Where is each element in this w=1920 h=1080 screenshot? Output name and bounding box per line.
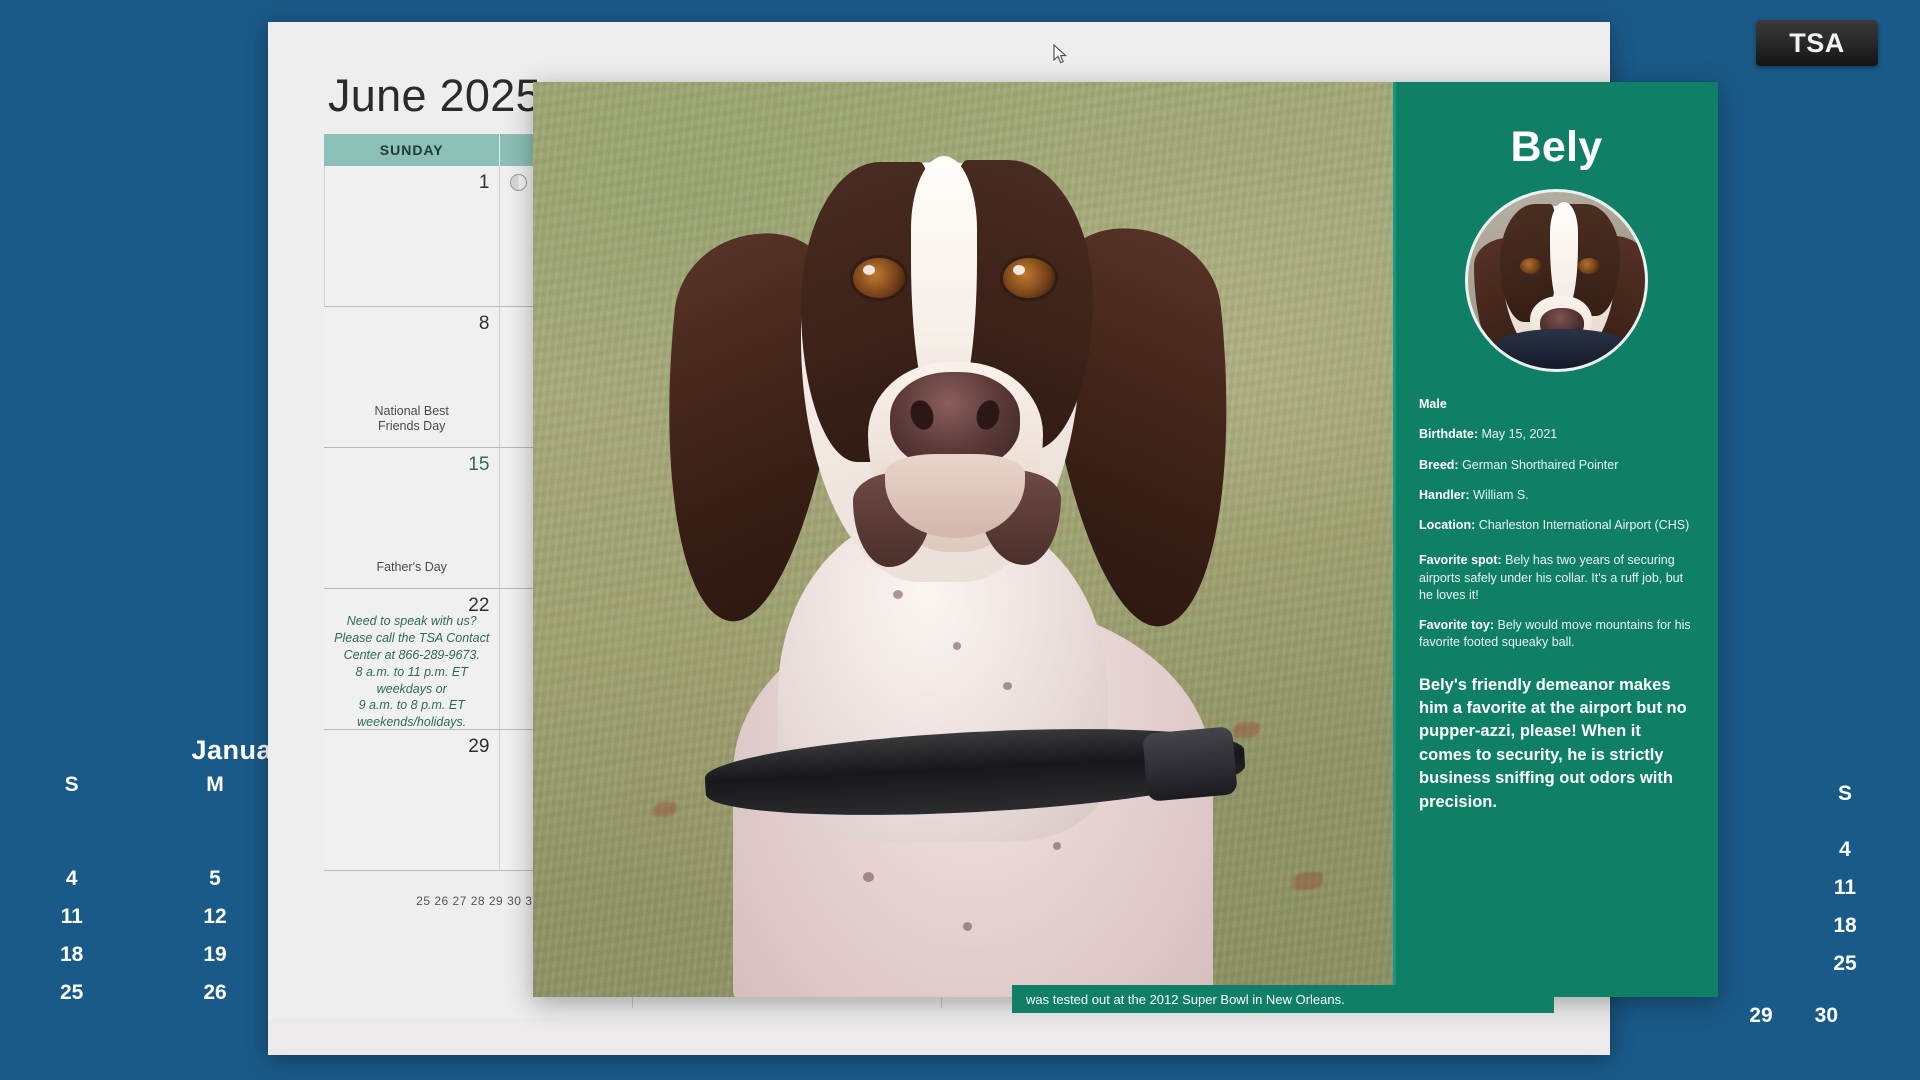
tsa-contact-note: Need to speak with us? Please call the T… <box>334 614 490 730</box>
background-date-cell: 11 <box>1833 876 1857 900</box>
breed-label: Breed: <box>1419 457 1459 472</box>
dog-location-row: Location: Charleston International Airpo… <box>1419 517 1694 534</box>
birthdate-label: Birthdate: <box>1419 427 1479 442</box>
breed-value: German Shorthaired Pointer <box>1458 457 1619 472</box>
background-date-cell: 26 <box>203 981 227 1005</box>
favorite-toy-label: Favorite toy: <box>1419 618 1495 632</box>
background-dow-cell: S <box>1837 782 1852 805</box>
background-date-cell: 29 <box>1749 1004 1773 1027</box>
calendar-day-note: Father's Day <box>376 560 447 575</box>
dog-blurb: Bely's friendly demeanor makes him a fav… <box>1419 675 1687 811</box>
dog-photo-card[interactable]: Bely Male Birthdate: May 15, 2021 Breed:… <box>533 82 1718 997</box>
calendar-day-note: National Best Friends Day <box>374 403 449 434</box>
background-date-cell: 4 <box>65 867 78 891</box>
favorite-spot-label: Favorite spot: <box>1419 553 1502 568</box>
dog-sex-row: Male <box>1419 396 1694 413</box>
calendar-day-cell[interactable]: 1 <box>324 166 501 307</box>
tsa-logo: TSA <box>1756 20 1878 66</box>
background-date-cell: 25 <box>59 981 84 1005</box>
location-value: Charleston International Airport (CHS) <box>1475 518 1690 532</box>
panel-edge-accent <box>1393 82 1396 997</box>
dog-handler-row: Handler: William S. <box>1419 487 1694 504</box>
dog-name: Bely <box>1510 123 1603 171</box>
moon-phase-icon <box>510 174 528 191</box>
dog-avatar <box>1465 189 1648 372</box>
dog-favorite-toy-row: Favorite toy: Bely would move mountains … <box>1419 617 1694 652</box>
dog-photo <box>533 82 1395 997</box>
dog-breed-row: Breed: German Shorthaired Pointer <box>1419 457 1694 474</box>
calendar-day-number: 15 <box>468 454 490 475</box>
background-date-cell: 18 <box>59 943 84 967</box>
calendar-day-cell[interactable]: 22 Need to speak with us? Please call the… <box>324 589 501 730</box>
background-date-cell: 25 <box>1833 952 1857 976</box>
mouse-cursor <box>1053 44 1068 64</box>
background-date-cell: 30 <box>1814 1004 1838 1027</box>
background-date-cell: 18 <box>1833 914 1857 938</box>
calendar-day-number: 1 <box>478 172 490 193</box>
dog-info-list: Male Birthdate: May 15, 2021 Breed: Germ… <box>1419 396 1694 814</box>
dog-favorite-spot-row: Favorite spot: Bely has two years of sec… <box>1419 552 1694 604</box>
dog-sex-value: Male <box>1419 397 1447 411</box>
background-date-cell: 5 <box>209 867 221 891</box>
background-dow-cell: M <box>206 773 224 796</box>
background-date-cell: 12 <box>203 905 227 929</box>
calendar-day-cell[interactable]: 29 <box>324 730 501 871</box>
background-date-cell: · <box>143 822 286 860</box>
birthdate-value: May 15, 2021 <box>1478 427 1558 442</box>
background-date-cell: 11 <box>60 905 83 929</box>
location-label: Location: <box>1419 518 1476 532</box>
handler-value: William S. <box>1469 487 1529 502</box>
page-title: June 2025 <box>328 70 541 121</box>
photo-caption: was tested out at the 2012 Super Bowl in… <box>1012 985 1554 1013</box>
calendar-day-cell[interactable]: 15 Father's Day <box>324 448 501 589</box>
calendar-day-number: 8 <box>478 313 490 334</box>
background-date-cell: 19 <box>203 943 227 967</box>
dog-info-panel: Bely Male Birthdate: May 15, 2021 Breed:… <box>1395 82 1718 997</box>
background-date-cell: 4 <box>1839 838 1851 862</box>
handler-label: Handler: <box>1419 487 1470 502</box>
dog-birthdate-row: Birthdate: May 15, 2021 <box>1419 426 1694 443</box>
calendar-weekday-cell: SUNDAY <box>324 134 501 166</box>
background-date-cell: · <box>0 822 143 860</box>
calendar-day-cell[interactable]: 8 National Best Friends Day <box>324 307 501 448</box>
background-last-row: 29 30 <box>1749 1004 1838 1028</box>
background-dow-cell: S <box>64 773 79 796</box>
calendar-day-number: 29 <box>468 736 490 757</box>
dog-illustration <box>533 82 1395 997</box>
